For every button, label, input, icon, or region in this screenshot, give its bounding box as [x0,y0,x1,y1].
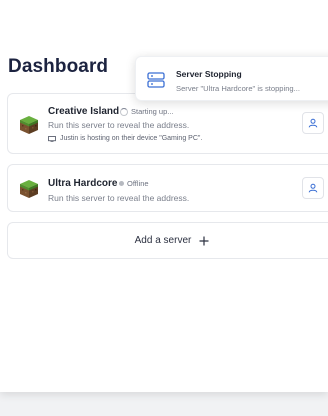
user-icon [308,183,318,193]
server-card-ultra-hardcore[interactable]: Ultra Hardcore Offline Run this server t… [7,164,328,212]
members-button[interactable] [302,177,324,199]
server-icon [147,72,165,88]
user-icon [308,118,318,128]
server-status: Offline [119,179,149,188]
page-title: Dashboard [8,56,109,77]
add-server-label: Add a server [134,235,192,246]
server-status-label: Starting up... [131,107,174,116]
offline-dot-icon [119,181,124,186]
server-address-hint: Run this server to reveal the address. [48,193,190,203]
server-card-creative-island[interactable]: Creative Island Starting up... Run this … [7,93,328,154]
toast-title: Server Stopping [176,69,242,79]
server-status-label: Offline [127,179,149,188]
grass-block-icon [20,116,38,134]
toast-message: Server "Ultra Hardcore" is stopping... [176,84,300,93]
app-window: Dashboard Creative Island Starting up...… [0,0,328,392]
server-name: Ultra Hardcore [48,178,118,189]
server-status: Starting up... [120,107,174,116]
spinner-icon [120,107,128,116]
toast-notification[interactable]: Server Stopping Server "Ultra Hardcore" … [135,56,328,101]
grass-block-icon [20,180,38,198]
server-name: Creative Island [48,106,120,117]
server-address-hint: Run this server to reveal the address. [48,120,190,130]
hosting-info: Justin is hosting on their device "Gamin… [48,135,202,142]
hosting-text: Justin is hosting on their device "Gamin… [60,135,203,142]
add-server-button[interactable]: Add a server [7,222,328,259]
members-button[interactable] [302,112,324,134]
plus-icon [199,236,209,245]
monitor-icon [48,135,56,142]
